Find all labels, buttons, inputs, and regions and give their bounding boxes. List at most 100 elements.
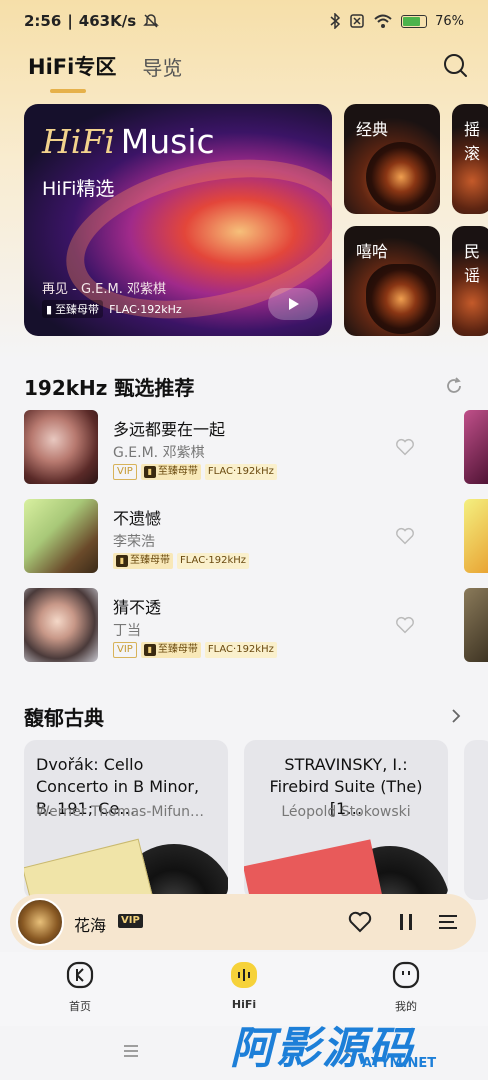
quality-label: 至臻母带: [157, 466, 198, 477]
hero-play-button[interactable]: [268, 288, 318, 320]
heart-icon[interactable]: [394, 436, 416, 458]
track-cover: [24, 588, 98, 662]
genre-label: 摇滚: [464, 120, 481, 163]
chevron-right-icon[interactable]: [446, 706, 466, 726]
battery-level: 76%: [435, 13, 464, 29]
track-cover-peek: [464, 588, 488, 662]
battery-icon: [401, 14, 428, 28]
quality-badge: ▮ 至臻母带: [140, 464, 201, 480]
status-right: 76%: [329, 13, 464, 29]
quality-label: 至臻母带: [157, 644, 198, 655]
menu-icon[interactable]: [122, 1042, 140, 1060]
player-vip-badge: VIP: [118, 914, 143, 928]
album-card[interactable]: STRAVINSKY, I.: Firebird Suite (The) [1……: [244, 740, 448, 900]
mini-player[interactable]: 花海 VIP: [10, 894, 476, 950]
heart-icon[interactable]: [346, 908, 374, 936]
album-artist: Werner Thomas-Mifun…: [36, 804, 205, 820]
refresh-icon[interactable]: [444, 376, 464, 396]
track-tags: VIP ▮ 至臻母带 FLAC·192kHz: [113, 642, 277, 658]
hero-title-hifi: HiFi: [42, 122, 115, 161]
vip-badge: VIP: [113, 642, 137, 658]
hifi-icon: [231, 962, 257, 988]
track-title: 不遗憾: [113, 509, 162, 528]
hero-title-music: Music: [120, 122, 215, 161]
track-title: 猜不透: [113, 598, 162, 617]
track-artist: G.E.M. 邓紫棋: [113, 445, 205, 461]
track-cover-peek: [464, 499, 488, 573]
track-cover: [24, 410, 98, 484]
status-speed: 463K/s: [78, 12, 137, 30]
hero-subtitle: HiFi精选: [42, 178, 115, 200]
master-quality-icon: ▮: [143, 466, 156, 478]
vip-badge: VIP: [113, 464, 137, 480]
hero-quality-label: 至臻母带: [55, 303, 100, 316]
status-separator: |: [67, 12, 73, 30]
status-time: 2:56: [24, 12, 62, 30]
genre-art: [366, 264, 436, 334]
quality-badge: ▮ 至臻母带: [140, 642, 201, 658]
play-icon: [289, 298, 299, 310]
genre-label: 民谣: [464, 242, 481, 285]
hero-tags: ▮ 至臻母带 FLAC·192kHz: [42, 300, 182, 318]
nav-home[interactable]: 首页: [40, 960, 120, 1014]
player-title: 花海: [74, 916, 107, 935]
heart-icon[interactable]: [394, 525, 416, 547]
genre-tile-classical[interactable]: 经典: [344, 104, 440, 214]
format-badge: FLAC·192kHz: [204, 464, 277, 480]
album-art: [244, 839, 387, 900]
tab-guide[interactable]: 导览: [142, 52, 182, 81]
player-cover: [16, 898, 64, 946]
bluetooth-icon: [330, 13, 341, 29]
quality-badge: ▮ 至臻母带: [113, 553, 173, 569]
genre-tile-rock[interactable]: 摇滚: [452, 104, 488, 214]
track-cover: [24, 499, 98, 573]
track-tags: ▮ 至臻母带 FLAC·192kHz: [113, 553, 250, 569]
classic-section-title: 馥郁古典: [24, 706, 104, 730]
hero-format-tag: FLAC·192kHz: [109, 302, 182, 316]
nav-hifi[interactable]: HiFi: [204, 960, 284, 1011]
master-quality-icon: ▮: [143, 644, 156, 656]
nav-mine[interactable]: 我的: [366, 960, 446, 1014]
home-icon: [66, 961, 94, 989]
playlist-icon[interactable]: [434, 908, 462, 936]
track-row[interactable]: 不遗憾 李荣浩 ▮ 至臻母带 FLAC·192kHz: [24, 499, 444, 573]
status-left: 2:56 | 463K/s: [24, 12, 160, 30]
genre-label: 嘻哈: [356, 242, 389, 261]
album-artist: Léopold Stokowski: [281, 804, 411, 820]
genre-tile-hiphop[interactable]: 嘻哈: [344, 226, 440, 336]
mute-icon: [143, 14, 159, 28]
album-art: [24, 838, 158, 900]
watermark-url: AYYM.NET: [362, 1056, 437, 1071]
genre-label: 经典: [356, 120, 389, 139]
track-row[interactable]: 猜不透 丁当 VIP ▮ 至臻母带 FLAC·192kHz: [24, 588, 444, 662]
hero-quality-tag: ▮ 至臻母带: [42, 300, 104, 318]
status-bar: 2:56 | 463K/s 76%: [0, 0, 488, 42]
watermark: 阿影源码 AYYM.NET: [230, 1012, 470, 1074]
format-badge: FLAC·192kHz: [177, 553, 250, 569]
tab-hifi-zone[interactable]: HiFi专区: [28, 51, 116, 93]
track-row[interactable]: 多远都要在一起 G.E.M. 邓紫棋 VIP ▮ 至臻母带 FLAC·192kHz: [24, 410, 444, 484]
track-tags: VIP ▮ 至臻母带 FLAC·192kHz: [113, 464, 277, 480]
track-artist: 李荣浩: [113, 534, 155, 550]
quality-label: 至臻母带: [130, 555, 170, 566]
heart-icon[interactable]: [394, 614, 416, 636]
track-cover-peek: [464, 410, 488, 484]
header-tabs: HiFi专区 导览: [0, 42, 488, 93]
album-card-peek: [464, 740, 488, 900]
wifi-icon: [374, 14, 392, 28]
search-icon[interactable]: [440, 50, 470, 80]
track-title: 多远都要在一起: [113, 420, 226, 439]
genre-tile-folk[interactable]: 民谣: [452, 226, 488, 336]
nav-home-label: 首页: [69, 1000, 91, 1013]
hero-song: 再见 - G.E.M. 邓紫棋: [42, 282, 166, 297]
album-card[interactable]: Dvořák: Cello Concerto in B Minor, B. 19…: [24, 740, 228, 900]
track-artist: 丁当: [113, 623, 141, 639]
format-badge: FLAC·192kHz: [204, 642, 277, 658]
profile-icon: [392, 961, 420, 989]
hero-title: HiFi Music: [42, 122, 215, 161]
no-sim-icon: [350, 14, 364, 28]
pause-icon[interactable]: [392, 908, 420, 936]
master-quality-icon: ▮: [116, 555, 128, 567]
hero-banner[interactable]: HiFi Music HiFi精选 再见 - G.E.M. 邓紫棋 ▮ 至臻母带 …: [24, 104, 332, 336]
recommend-section-title: 192kHz 甄选推荐: [24, 376, 195, 400]
